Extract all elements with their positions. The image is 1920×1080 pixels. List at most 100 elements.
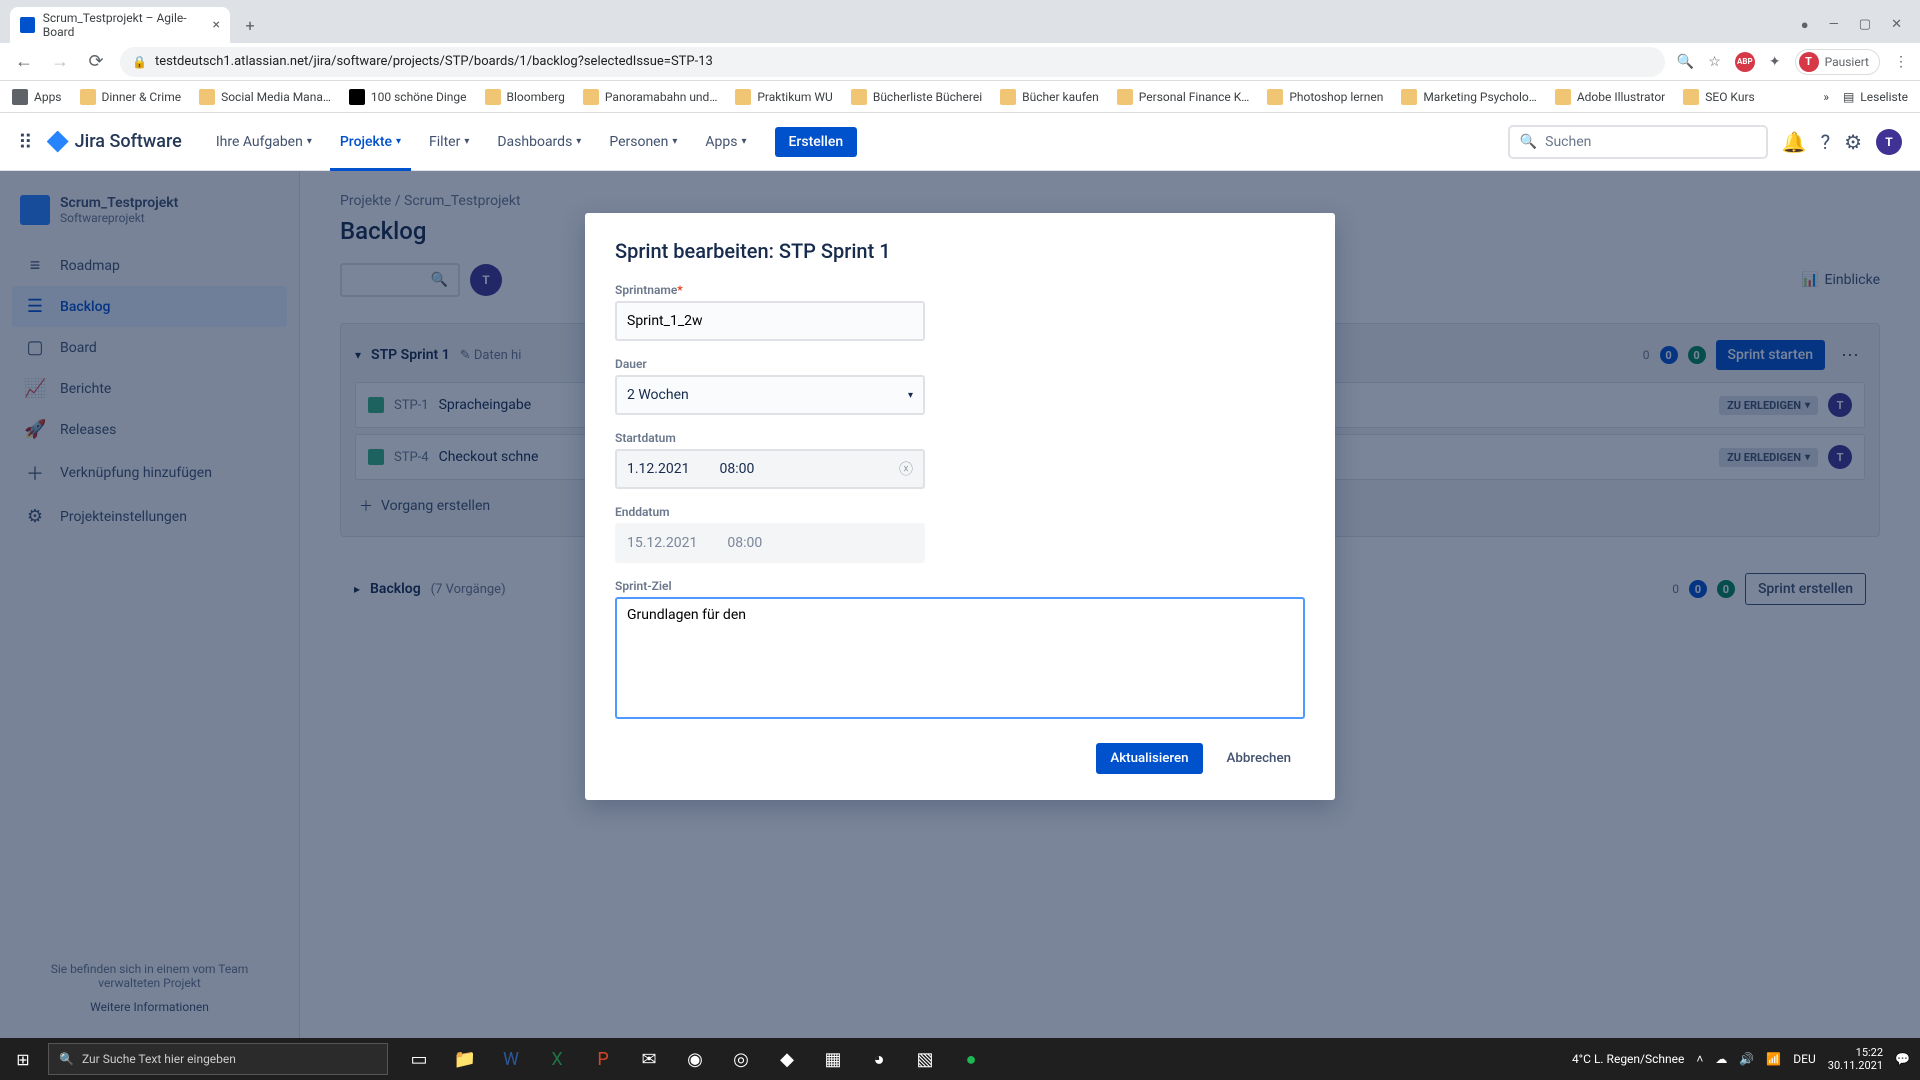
- nav-apps[interactable]: Apps▾: [695, 113, 756, 171]
- jira-logo[interactable]: Jira Software: [47, 131, 182, 153]
- bookmark-item[interactable]: Social Media Mana…: [199, 89, 331, 105]
- modal-title: Sprint bearbeiten: STP Sprint 1: [615, 239, 1305, 263]
- enddate-label: Enddatum: [615, 505, 1305, 519]
- bookmark-item[interactable]: Dinner & Crime: [80, 89, 182, 105]
- weather-widget[interactable]: 4°C L. Regen/Schnee: [1572, 1052, 1684, 1066]
- bookmark-item[interactable]: Photoshop lernen: [1267, 89, 1383, 105]
- profile-avatar[interactable]: T: [1876, 129, 1902, 155]
- sprintname-label: Sprintname*: [615, 283, 1305, 297]
- tray-chevron-icon[interactable]: ˄: [1696, 1052, 1703, 1066]
- reading-list-button[interactable]: ▤Leseliste: [1843, 90, 1908, 104]
- mail-icon[interactable]: ✉: [628, 1038, 670, 1080]
- reload-icon[interactable]: ⟳: [84, 51, 108, 72]
- wifi-icon[interactable]: 📶: [1766, 1052, 1781, 1066]
- maximize-icon[interactable]: ▢: [1859, 17, 1871, 33]
- url-bar[interactable]: 🔒 testdeutsch1.atlassian.net/jira/softwa…: [120, 47, 1665, 77]
- onedrive-icon[interactable]: ☁: [1715, 1052, 1727, 1066]
- edge-icon[interactable]: ◕: [858, 1038, 900, 1080]
- windows-taskbar: ⊞ 🔍 Zur Suche Text hier eingeben ▭ 📁 W X…: [0, 1038, 1920, 1080]
- bookmark-item[interactable]: Panoramabahn und…: [583, 89, 717, 105]
- tab-title: Scrum_Testprojekt – Agile-Board: [43, 11, 205, 39]
- jira-favicon: [20, 17, 35, 33]
- cancel-button[interactable]: Abbrechen: [1213, 743, 1305, 774]
- duration-label: Dauer: [615, 357, 1305, 371]
- bookmark-item[interactable]: Praktikum WU: [735, 89, 832, 105]
- chrome-menu-icon[interactable]: ⋮: [1894, 54, 1908, 70]
- sprint-goal-textarea[interactable]: [615, 597, 1305, 719]
- forward-icon: →: [48, 51, 72, 72]
- nav-dashboards[interactable]: Dashboards▾: [487, 113, 591, 171]
- duration-select[interactable]: 2 Wochen ▾: [615, 375, 925, 415]
- create-button[interactable]: Erstellen: [775, 127, 858, 157]
- adblock-icon[interactable]: ABP: [1735, 52, 1755, 72]
- apps-button[interactable]: Apps: [12, 89, 62, 105]
- spotify-icon[interactable]: ●: [950, 1038, 992, 1080]
- windows-search[interactable]: 🔍 Zur Suche Text hier eingeben: [48, 1043, 388, 1075]
- modal-overlay[interactable]: Sprint bearbeiten: STP Sprint 1 Sprintna…: [0, 171, 1920, 1038]
- bookmark-item[interactable]: Bücher kaufen: [1000, 89, 1099, 105]
- help-icon[interactable]: ?: [1821, 130, 1830, 154]
- task-view-icon[interactable]: ▭: [398, 1038, 440, 1080]
- chevron-down-icon: ▾: [741, 136, 746, 147]
- app-icon[interactable]: ◆: [766, 1038, 808, 1080]
- startdate-input[interactable]: 1.12.2021 08:00 ⓧ: [615, 449, 925, 489]
- close-window-icon[interactable]: ✕: [1891, 17, 1902, 33]
- profile-status: Pausiert: [1825, 55, 1869, 69]
- word-icon[interactable]: W: [490, 1038, 532, 1080]
- volume-icon[interactable]: 🔊: [1739, 1052, 1754, 1066]
- startdate-label: Startdatum: [615, 431, 1305, 445]
- chevron-down-icon: ▾: [307, 136, 312, 147]
- bookmark-item[interactable]: SEO Kurs: [1683, 89, 1754, 105]
- bookmark-item[interactable]: Personal Finance K…: [1117, 89, 1250, 105]
- excel-icon[interactable]: X: [536, 1038, 578, 1080]
- notifications-icon[interactable]: 🔔: [1782, 130, 1807, 154]
- zoom-icon[interactable]: 🔍: [1677, 54, 1694, 70]
- start-date-value: 1.12.2021: [627, 461, 689, 477]
- chevron-down-icon: ▾: [908, 390, 913, 401]
- extensions-icon[interactable]: ✦: [1769, 54, 1781, 70]
- search-input[interactable]: 🔍 Suchen: [1508, 125, 1768, 159]
- modal-actions: Aktualisieren Abbrechen: [615, 743, 1305, 774]
- bookmark-item[interactable]: Bücherliste Bücherei: [851, 89, 982, 105]
- settings-icon[interactable]: ⚙: [1844, 130, 1862, 154]
- browser-tab-bar: Scrum_Testprojekt – Agile-Board × + ● — …: [0, 0, 1920, 43]
- modal-backdrop-region: Sprint bearbeiten: STP Sprint 1 Sprintna…: [0, 171, 1920, 1038]
- back-icon[interactable]: ←: [12, 51, 36, 72]
- system-tray: 4°C L. Regen/Schnee ˄ ☁ 🔊 📶 DEU 15:22 30…: [1572, 1046, 1920, 1072]
- bookmark-item[interactable]: Marketing Psycholo…: [1401, 89, 1536, 105]
- star-icon[interactable]: ☆: [1708, 54, 1721, 70]
- bookmark-item[interactable]: Adobe Illustrator: [1555, 89, 1665, 105]
- url-text: testdeutsch1.atlassian.net/jira/software…: [155, 54, 713, 69]
- app-icon[interactable]: ▦: [812, 1038, 854, 1080]
- obs-icon[interactable]: ◎: [720, 1038, 762, 1080]
- chrome-icon[interactable]: ◉: [674, 1038, 716, 1080]
- account-dot-icon[interactable]: ●: [1801, 17, 1809, 33]
- language-indicator[interactable]: DEU: [1793, 1052, 1815, 1066]
- end-date-value: 15.12.2021: [627, 535, 697, 551]
- close-icon[interactable]: ×: [213, 17, 220, 33]
- clock[interactable]: 15:22 30.11.2021: [1828, 1046, 1883, 1072]
- app-switcher-icon[interactable]: ⠿: [18, 130, 33, 154]
- update-button[interactable]: Aktualisieren: [1096, 743, 1202, 774]
- nav-your-work[interactable]: Ihre Aufgaben▾: [206, 113, 322, 171]
- notepad-icon[interactable]: ▧: [904, 1038, 946, 1080]
- sprintname-input[interactable]: [615, 301, 925, 341]
- clear-icon[interactable]: ⓧ: [899, 459, 913, 479]
- bookmark-overflow-icon[interactable]: »: [1823, 90, 1829, 104]
- nav-people[interactable]: Personen▾: [599, 113, 687, 171]
- jira-logo-icon: [47, 131, 69, 153]
- start-button[interactable]: ⊞: [0, 1038, 46, 1080]
- notifications-icon[interactable]: 💬: [1895, 1052, 1910, 1066]
- new-tab-button[interactable]: +: [236, 11, 264, 39]
- browser-tab-active[interactable]: Scrum_Testprojekt – Agile-Board ×: [10, 7, 230, 43]
- nav-filters[interactable]: Filter▾: [419, 113, 479, 171]
- bookmark-item[interactable]: 100 schöne Dinge: [349, 89, 467, 105]
- minimize-icon[interactable]: —: [1829, 17, 1839, 33]
- taskbar-apps: ▭ 📁 W X P ✉ ◉ ◎ ◆ ▦ ◕ ▧ ●: [398, 1038, 992, 1080]
- lock-icon: 🔒: [132, 55, 147, 69]
- nav-projects[interactable]: Projekte▾: [330, 113, 411, 171]
- profile-chip[interactable]: T Pausiert: [1795, 49, 1880, 75]
- powerpoint-icon[interactable]: P: [582, 1038, 624, 1080]
- bookmark-item[interactable]: Bloomberg: [485, 89, 565, 105]
- explorer-icon[interactable]: 📁: [444, 1038, 486, 1080]
